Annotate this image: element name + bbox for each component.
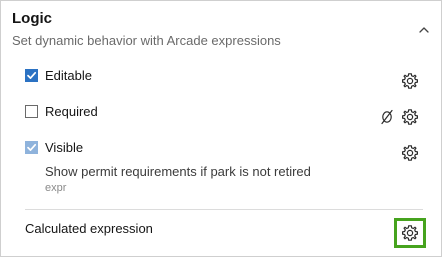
logic-panel: Logic Set dynamic behavior with Arcade e… bbox=[0, 0, 442, 257]
required-checkbox[interactable] bbox=[25, 105, 38, 118]
panel-subtitle: Set dynamic behavior with Arcade express… bbox=[12, 33, 281, 48]
calculated-expression-label: Calculated expression bbox=[25, 221, 153, 236]
visible-checkbox[interactable] bbox=[25, 141, 38, 154]
editable-checkbox[interactable] bbox=[25, 69, 38, 82]
expression-type: expr bbox=[45, 182, 67, 194]
calculated-expression-settings-button[interactable] bbox=[394, 218, 426, 248]
panel-title: Logic bbox=[12, 10, 52, 27]
chevron-up-icon[interactable] bbox=[417, 23, 431, 37]
required-label: Required bbox=[45, 104, 98, 119]
gear-icon[interactable] bbox=[401, 108, 419, 126]
no-expression-icon[interactable] bbox=[378, 108, 396, 126]
gear-icon[interactable] bbox=[401, 72, 419, 90]
gear-icon[interactable] bbox=[401, 144, 419, 162]
expression-name: Show permit requirements if park is not … bbox=[45, 164, 311, 179]
editable-label: Editable bbox=[45, 68, 92, 83]
divider bbox=[25, 209, 423, 210]
visible-label: Visible bbox=[45, 140, 84, 155]
gear-icon[interactable] bbox=[401, 224, 419, 242]
